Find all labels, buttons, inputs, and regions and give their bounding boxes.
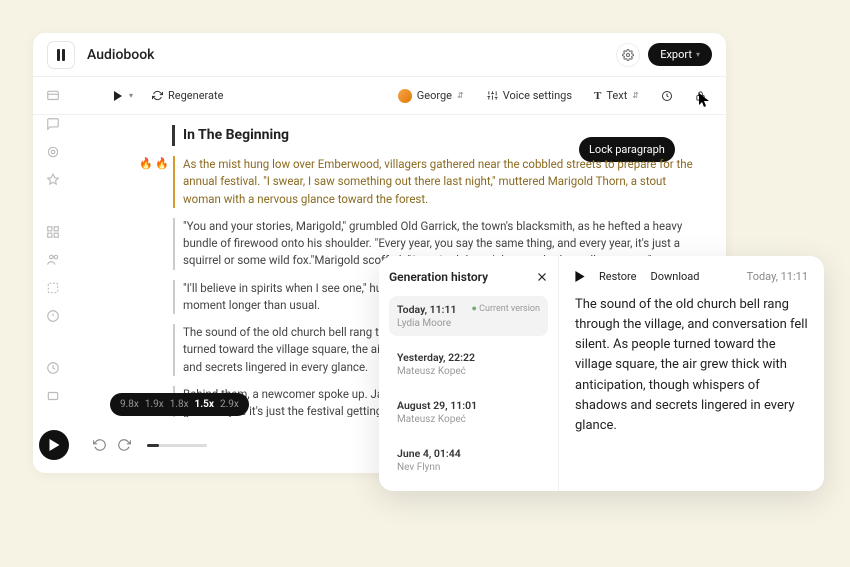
sidebar-icon-2[interactable] [44, 115, 62, 133]
download-button[interactable]: Download [651, 270, 700, 283]
skip-back-button[interactable] [93, 438, 107, 452]
paragraph[interactable]: 🔥 🔥 As the mist hung low over Emberwood,… [173, 156, 696, 208]
skip-forward-button[interactable] [117, 438, 131, 452]
text-style-button[interactable]: T Text ⇵ [588, 86, 645, 105]
voice-selector[interactable]: George ⇵ [391, 85, 471, 107]
chevron-updown-icon: ⇵ [632, 91, 639, 100]
speed-option[interactable]: 1.9x [145, 399, 164, 410]
export-button[interactable]: Export ▾ [648, 43, 712, 66]
voice-settings-button[interactable]: Voice settings [481, 86, 578, 105]
history-title: Generation history [389, 270, 488, 284]
history-button[interactable] [655, 87, 679, 105]
chevron-down-icon: ▾ [696, 50, 700, 59]
chapter-title: In The Beginning [172, 125, 696, 146]
history-preview-pane: Restore Download Today, 11:11 The sound … [559, 256, 824, 491]
cursor-icon [699, 93, 711, 107]
text-icon: T [594, 90, 601, 102]
history-item[interactable]: June 4, 01:44 Nev Flynn [389, 440, 548, 480]
close-button[interactable] [536, 271, 548, 283]
sidebar-icon-10[interactable] [44, 387, 62, 405]
sidebar-icon-4[interactable] [44, 171, 62, 189]
sidebar-icon-8[interactable] [44, 307, 62, 325]
voice-name: George [417, 89, 452, 102]
speed-option[interactable]: 9.8x [120, 399, 139, 410]
speed-selector[interactable]: 9.8x 1.9x 1.8x 1.5x 2.9x [110, 393, 249, 416]
speed-option[interactable]: 1.5x [195, 399, 214, 410]
restore-button[interactable]: Restore [599, 270, 637, 283]
play-button[interactable] [39, 430, 69, 460]
voice-settings-label: Voice settings [503, 89, 572, 102]
sidebar-icon-5[interactable] [44, 223, 62, 241]
chevron-down-icon[interactable]: ▾ [129, 91, 133, 100]
sidebar-icon-7[interactable] [44, 279, 62, 297]
reaction-icon[interactable]: 🔥 🔥 [139, 156, 169, 173]
speed-option[interactable]: 2.9x [220, 399, 239, 410]
speed-option[interactable]: 1.8x [170, 399, 189, 410]
play-icon[interactable] [113, 91, 123, 101]
history-item[interactable]: August 29, 11:01 Mateusz Kopeć [389, 392, 548, 432]
history-list-pane: Generation history Today, 11:11 Lydia Mo… [379, 256, 559, 491]
pause-button[interactable] [47, 41, 75, 69]
editor-toolbar: ▾ Regenerate George ⇵ Voice settings T T… [33, 77, 726, 115]
sidebar-icon-6[interactable] [44, 251, 62, 269]
page-title: Audiobook [87, 47, 154, 63]
voice-avatar-icon [398, 89, 412, 103]
text-label: Text [606, 89, 627, 102]
history-item[interactable]: Today, 11:11 Lydia Moore ● Current versi… [389, 296, 548, 336]
progress-bar[interactable] [147, 444, 207, 447]
history-item[interactable]: Yesterday, 22:22 Mateusz Kopeć [389, 344, 548, 384]
generation-history-panel: Generation history Today, 11:11 Lydia Mo… [379, 256, 824, 491]
sidebar-icon-1[interactable] [44, 87, 62, 105]
export-label: Export [660, 48, 692, 61]
regenerate-button[interactable]: Regenerate [143, 85, 232, 106]
left-sidebar [33, 77, 73, 473]
preview-play-button[interactable] [575, 271, 585, 282]
settings-button[interactable] [616, 43, 640, 67]
sidebar-icon-9[interactable] [44, 359, 62, 377]
chevron-updown-icon: ⇵ [457, 91, 464, 100]
top-bar: Audiobook Export ▾ [33, 33, 726, 77]
preview-timestamp: Today, 11:11 [747, 270, 808, 283]
preview-text: The sound of the old church bell rang th… [575, 295, 808, 436]
lock-paragraph-button[interactable] [689, 87, 712, 105]
sidebar-icon-3[interactable] [44, 143, 62, 161]
regenerate-label: Regenerate [168, 89, 223, 102]
